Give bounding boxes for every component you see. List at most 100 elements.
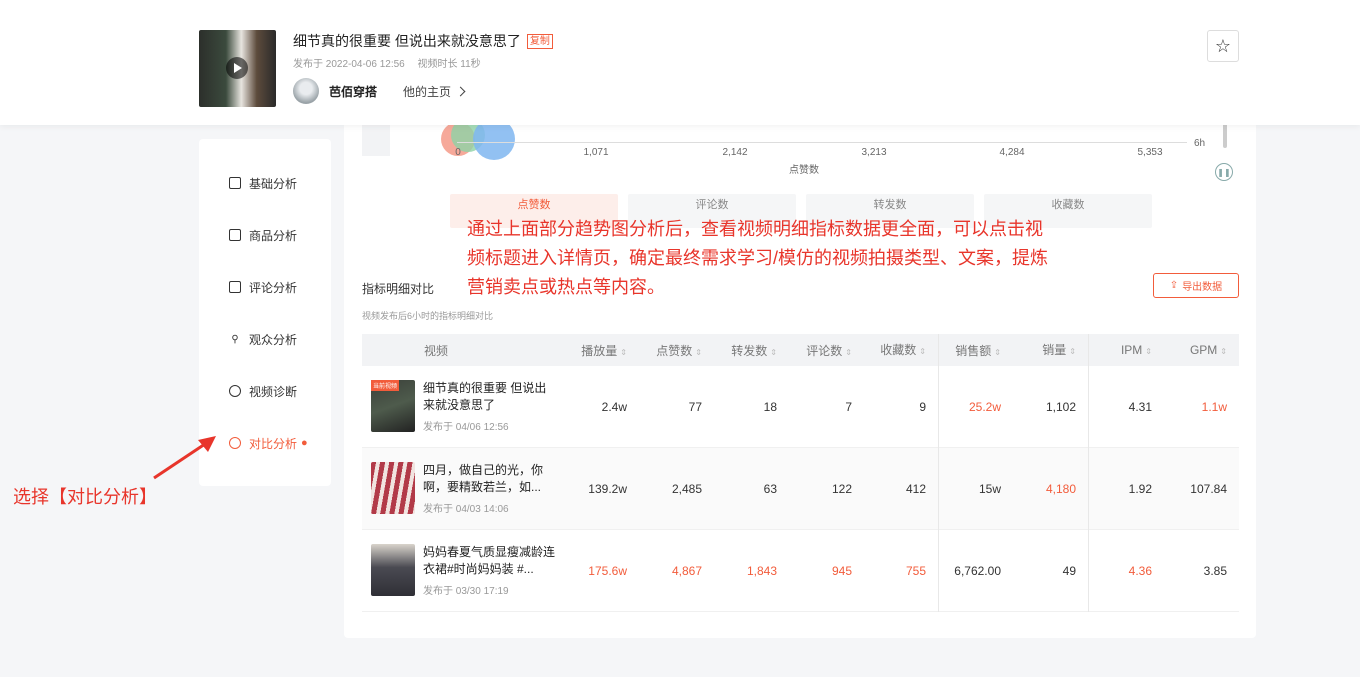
th-ipm[interactable]: IPM ⇕ [1089, 343, 1164, 357]
video-duration: 视频时长 11秒 [417, 59, 481, 70]
cell-qty: 4,180 [1013, 447, 1089, 530]
cell-qty: 49 [1013, 529, 1089, 612]
video-cell[interactable]: 四月，做自己的光，你啊，要精致若兰，如... 发布于 04/03 14:06 [362, 462, 567, 515]
compare-table: 视频 播放量 ⇕ 点赞数 ⇕ 转发数 ⇕ 评论数 ⇕ 收藏数 ⇕ 销售额 ⇕ 销量 ⇕ IPM… [362, 334, 1239, 612]
th-qty[interactable]: 销量 ⇕ [1013, 334, 1089, 366]
hot-icon: ● [301, 437, 308, 449]
favorite-button[interactable]: ☆ [1207, 30, 1239, 62]
video-cell[interactable]: 当前视频 细节真的很重要 但说出来就没意思了 发布于 04/06 12:56 [362, 380, 567, 433]
video-title-link[interactable]: 细节真的很重要 但说出来就没意思了 [423, 380, 558, 414]
th-share[interactable]: 转发数 ⇕ [714, 342, 789, 359]
section-subtitle: 视频发布后6小时的指标明细对比 [362, 311, 494, 321]
chart-tick: 4,284 [999, 147, 1025, 158]
video-cell[interactable]: 妈妈春夏气质显瘦减龄连衣裙#时尚妈妈装 #... 发布于 03/30 17:19 [362, 544, 567, 597]
chart-tick: 2,142 [722, 147, 748, 158]
annotation-line: 营销卖点或热点等内容。 [467, 277, 665, 297]
video-date: 发布于 04/06 12:56 [423, 422, 509, 433]
cell-fav: 9 [864, 365, 939, 448]
annotation-line: 频标题进入详情页，确定最终需求学习/模仿的视频拍摄类型、文案，提炼 [467, 248, 1048, 268]
sidebar-item-comments[interactable]: 评论分析 [229, 277, 297, 297]
sidebar-item-label: 商品分析 [249, 228, 298, 243]
table-header: 视频 播放量 ⇕ 点赞数 ⇕ 转发数 ⇕ 评论数 ⇕ 收藏数 ⇕ 销售额 ⇕ 销量 ⇕ IPM… [362, 334, 1239, 366]
author-name[interactable]: 芭佰穿搭 [329, 83, 377, 100]
th-like[interactable]: 点赞数 ⇕ [639, 342, 714, 359]
sort-icon: ⇕ [1145, 347, 1152, 356]
avatar[interactable] [293, 78, 319, 104]
video-title-link[interactable]: 妈妈春夏气质显瘦减龄连衣裙#时尚妈妈装 #... [423, 544, 558, 578]
user-icon: ⚲ [231, 333, 239, 345]
callout-arrow-icon [153, 436, 216, 480]
play-circle-icon [229, 437, 241, 449]
chart-tick: 3,213 [861, 147, 887, 158]
sort-icon: ⇕ [770, 347, 777, 357]
th-sales[interactable]: 销售额 ⇕ [939, 342, 1013, 359]
chart-tick: 0 [455, 147, 461, 158]
sidebar-item-label: 观众分析 [249, 332, 298, 347]
sort-icon: ⇕ [695, 347, 702, 357]
cell-gpm: 1.1w [1201, 399, 1227, 414]
sidebar-item-label: 对比分析 [249, 436, 298, 451]
video-date: 发布于 03/30 17:19 [423, 586, 509, 597]
author-row: 芭佰穿搭 他的主页 [293, 78, 466, 104]
cell-sales: 25.2w [968, 399, 1001, 414]
table-row[interactable]: 四月，做自己的光，你啊，要精致若兰，如... 发布于 04/03 14:06 1… [362, 447, 1239, 530]
sidebar-item-goods[interactable]: 商品分析 [229, 225, 297, 245]
cell-ipm: 1.92 [1128, 481, 1152, 496]
th-play[interactable]: 播放量 ⇕ [567, 342, 639, 359]
cell-fav: 755 [864, 529, 939, 612]
th-video: 视频 [424, 343, 449, 358]
table-row[interactable]: 妈妈春夏气质显瘦减龄连衣裙#时尚妈妈装 #... 发布于 03/30 17:19… [362, 529, 1239, 612]
video-header: 细节真的很重要 但说出来就没意思了 复制 发布于 2022-04-06 12:5… [0, 0, 1360, 125]
cell-comment: 122 [831, 481, 852, 496]
star-icon: ☆ [1214, 35, 1232, 56]
author-home-link[interactable]: 他的主页 [403, 83, 466, 100]
callout-label: 选择【对比分析】 [13, 487, 157, 507]
sort-icon: ⇕ [620, 347, 627, 357]
sidebar-item-diagnosis[interactable]: 视频诊断 [229, 381, 297, 401]
video-thumbnail[interactable] [371, 544, 415, 596]
current-video-tag: 当前视频 [371, 380, 400, 391]
cell-sales: 15w [978, 481, 1001, 496]
chevron-right-icon [455, 86, 466, 96]
th-comment[interactable]: 评论数 ⇕ [789, 342, 864, 359]
sidebar-item-audience[interactable]: ⚲ 观众分析 [229, 329, 297, 349]
chart-tick: 5,353 [1137, 147, 1163, 158]
tutorial-annotation: 通过上面部分趋势图分析后，查看视频明细指标数据更全面，可以点击视 频标题进入详情… [467, 215, 1167, 302]
export-label: 导出数据 [1182, 282, 1223, 293]
sort-icon: ⇕ [919, 347, 926, 356]
cell-gpm: 107.84 [1190, 481, 1227, 496]
chart-x-title: 点赞数 [789, 165, 819, 176]
cell-fav: 412 [864, 447, 939, 530]
sidebar-item-compare[interactable]: 对比分析 ● [229, 433, 308, 453]
video-thumbnail[interactable]: 当前视频 [371, 380, 415, 432]
table-row[interactable]: 当前视频 细节真的很重要 但说出来就没意思了 发布于 04/06 12:56 2… [362, 365, 1239, 448]
video-title-text[interactable]: 细节真的很重要 但说出来就没意思了 [293, 31, 521, 51]
video-title-link[interactable]: 四月，做自己的光，你啊，要精致若兰，如... [423, 462, 558, 496]
pause-button[interactable]: ❚❚ [1215, 163, 1233, 181]
cell-ipm: 4.36 [1128, 563, 1152, 578]
sidebar-item-basic[interactable]: 基础分析 [229, 173, 297, 193]
cell-share: 1,843 [746, 563, 777, 578]
sort-icon: ⇕ [1220, 347, 1227, 356]
video-title: 细节真的很重要 但说出来就没意思了 复制 [293, 31, 553, 51]
cell-gpm: 3.85 [1203, 563, 1227, 578]
chart-x-axis [457, 142, 1187, 143]
chart-icon [229, 177, 241, 189]
cell-play: 139.2w [588, 481, 627, 496]
annotation-line: 通过上面部分趋势图分析后，查看视频明细指标数据更全面，可以点击视 [467, 219, 1043, 239]
video-thumbnail[interactable] [199, 30, 276, 107]
play-icon[interactable] [226, 57, 248, 79]
video-thumbnail[interactable] [371, 462, 415, 514]
copy-button[interactable]: 复制 [526, 33, 553, 49]
cell-like: 77 [688, 399, 702, 414]
comment-icon [229, 281, 241, 293]
chart-time-label: 6h [1194, 138, 1206, 149]
sort-icon: ⇕ [845, 347, 852, 357]
cell-ipm: 4.31 [1128, 399, 1152, 414]
chart-y-axis-block [362, 120, 390, 156]
home-link-label: 他的主页 [403, 84, 452, 99]
th-gpm[interactable]: GPM ⇕ [1164, 343, 1239, 357]
cell-share: 63 [763, 481, 777, 496]
sidebar-item-label: 基础分析 [249, 176, 298, 191]
th-fav[interactable]: 收藏数 ⇕ [864, 334, 939, 366]
